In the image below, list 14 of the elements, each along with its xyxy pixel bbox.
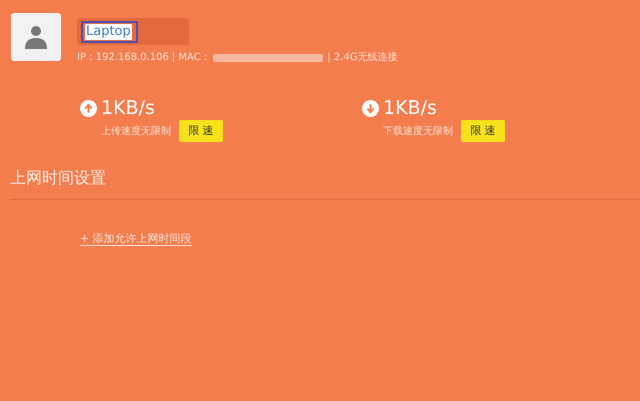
limit-speed-button[interactable]: 限 速 xyxy=(461,120,505,142)
speed-value: 1KB/s xyxy=(101,97,156,119)
connection-type: | 2.4G无线连接 xyxy=(327,50,398,65)
speed-limit-note: 下载速度无限制 xyxy=(383,124,453,138)
speed-limit-note: 上传速度无限制 xyxy=(101,124,171,138)
person-icon xyxy=(25,25,47,49)
upload-icon xyxy=(80,100,97,117)
section-title: 上网时间设置 xyxy=(10,168,107,188)
download-icon xyxy=(362,100,379,117)
mac-label: | MAC : xyxy=(172,51,208,65)
limit-speed-button[interactable]: 限 速 xyxy=(179,120,223,142)
speed-value: 1KB/s xyxy=(383,97,438,119)
name-field[interactable]: Laptop xyxy=(77,18,189,45)
ip-address: IP : 192.168.0.106 xyxy=(77,51,169,65)
